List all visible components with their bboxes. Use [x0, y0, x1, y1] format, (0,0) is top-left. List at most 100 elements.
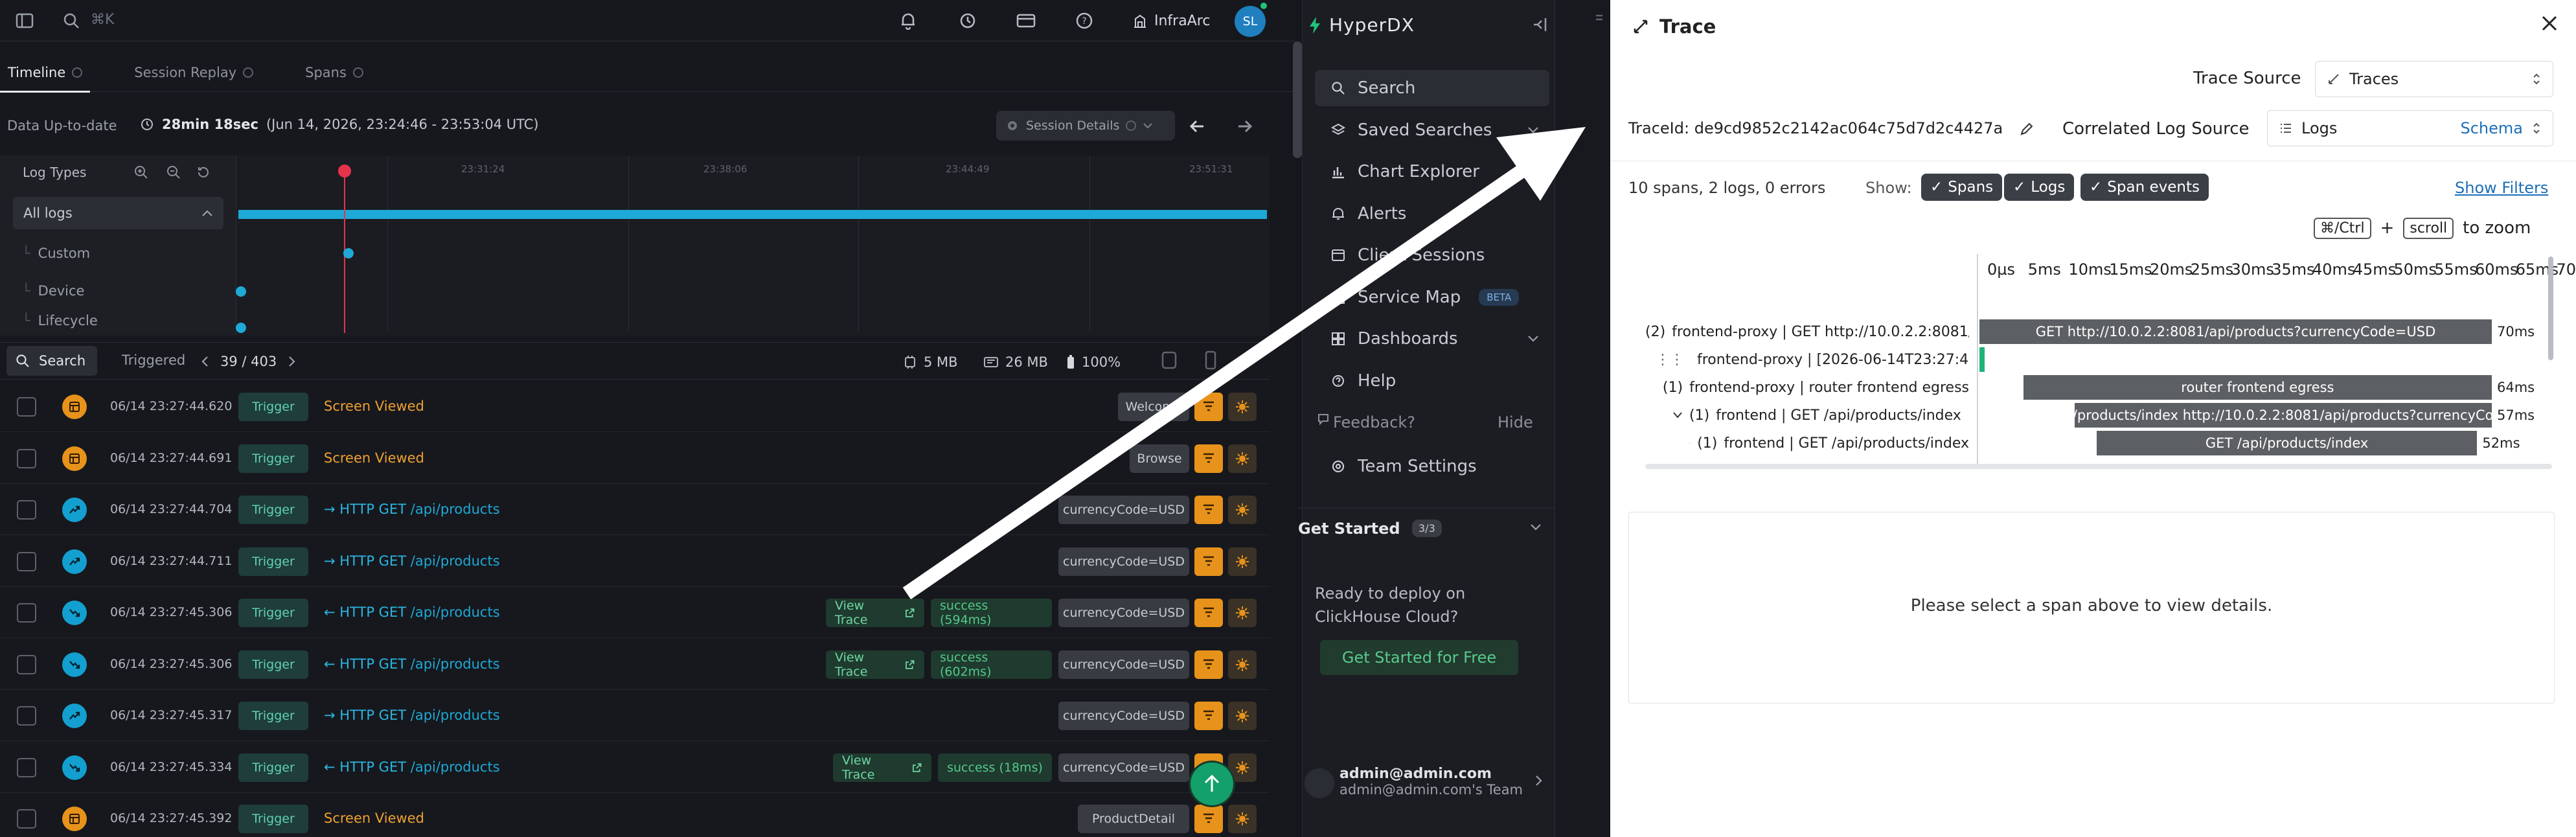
show-filters-link[interactable]: Show Filters — [2455, 179, 2548, 197]
custom-log-marker[interactable] — [343, 248, 354, 258]
filter-icon[interactable] — [1194, 495, 1223, 524]
breakpoint-icon[interactable] — [1228, 701, 1257, 730]
billing-icon[interactable] — [1013, 8, 1039, 34]
avatar[interactable]: SL — [1235, 6, 1266, 37]
edit-icon[interactable] — [2020, 122, 2034, 136]
breakpoint-icon[interactable] — [1228, 392, 1257, 421]
schema-link[interactable]: Schema — [2461, 119, 2524, 137]
row-checkbox[interactable] — [17, 396, 36, 417]
filter-icon[interactable] — [1194, 392, 1223, 421]
device-log-marker[interactable] — [236, 286, 246, 297]
row-checkbox[interactable] — [17, 551, 36, 571]
nav-client-sessions[interactable]: Client Sessions — [1315, 237, 1549, 273]
nav-search[interactable]: Search — [1315, 70, 1549, 106]
user-menu[interactable]: admin@admin.com admin@admin.com's Team — [1339, 766, 1523, 798]
breakpoint-icon[interactable] — [1228, 650, 1257, 679]
nav-chart-explorer[interactable]: Chart Explorer — [1315, 154, 1549, 190]
log-source-select[interactable]: Logs Schema — [2267, 110, 2553, 146]
filter-pill-logs[interactable]: ✓ Logs — [2004, 174, 2075, 201]
row-checkbox[interactable] — [17, 499, 36, 520]
filter-icon[interactable] — [1194, 547, 1223, 576]
span-bar[interactable]: GET /api/products/index — [2096, 431, 2478, 455]
nav-help[interactable]: Help — [1315, 363, 1549, 399]
playhead-handle[interactable] — [338, 165, 351, 178]
span-row[interactable]: (2) frontend-proxy | GET http://10.0.2.2:… — [1639, 318, 1969, 345]
sidebar-toggle-icon[interactable] — [12, 8, 38, 34]
span-row[interactable]: (1) frontend-proxy | router frontend egre… — [1656, 374, 1969, 401]
filter-icon[interactable] — [1194, 701, 1223, 730]
view-trace-link[interactable]: View Trace — [826, 598, 924, 627]
nav-service-map[interactable]: Service Map BETA — [1315, 279, 1549, 315]
org-switcher[interactable]: InfraArc — [1132, 9, 1210, 32]
span-row[interactable]: (1) frontend | GET /api/products/index — [1672, 402, 1969, 429]
nav-alerts[interactable]: Alerts — [1315, 196, 1549, 232]
hide-feedback-link[interactable]: Hide — [1498, 413, 1533, 431]
tab-spans[interactable]: Spans — [297, 53, 371, 92]
horizontal-scrollbar[interactable] — [1645, 464, 2552, 469]
row-checkbox[interactable] — [17, 448, 36, 468]
filter-icon[interactable] — [1194, 598, 1223, 627]
breakpoint-icon[interactable] — [1228, 804, 1257, 833]
chevron-left-icon[interactable] — [201, 356, 209, 367]
chevron-down-icon[interactable] — [1672, 411, 1683, 419]
span-bar[interactable] — [1979, 347, 1985, 372]
breakpoint-icon[interactable] — [1228, 547, 1257, 576]
view-trace-link[interactable]: View Trace — [833, 753, 931, 782]
log-type-device[interactable]: └ Device — [0, 272, 233, 310]
span-bar[interactable]: router frontend egress — [2023, 375, 2492, 400]
row-checkbox[interactable] — [17, 757, 36, 777]
chevron-down-icon[interactable] — [1689, 439, 1691, 447]
chevron-down-icon[interactable] — [1530, 523, 1542, 531]
breakpoint-icon[interactable] — [1228, 495, 1257, 524]
breakpoint-icon[interactable] — [1228, 444, 1257, 473]
span-bar[interactable]: GET /api/products/index http://10.0.2.2:… — [2074, 403, 2492, 428]
chevron-right-icon[interactable] — [1535, 775, 1543, 786]
scroll-to-top-button[interactable] — [1191, 762, 1233, 805]
scrollbar[interactable] — [1293, 41, 1302, 158]
reset-zoom-icon[interactable] — [196, 165, 211, 180]
waterfall-divider[interactable] — [1977, 254, 1978, 465]
zoom-in-icon[interactable] — [133, 165, 149, 180]
tablet-view-icon[interactable] — [1161, 350, 1178, 370]
trace-source-select[interactable]: Traces — [2315, 61, 2553, 97]
zoom-out-icon[interactable] — [166, 165, 181, 180]
row-checkbox[interactable] — [17, 808, 36, 829]
search-button[interactable]: Search — [6, 346, 97, 376]
view-trace-link[interactable]: View Trace — [826, 650, 924, 679]
breakpoint-icon[interactable] — [1228, 598, 1257, 627]
filter-pill-spans[interactable]: ✓ Spans — [1921, 174, 2003, 201]
span-row[interactable]: (1) frontend | GET /api/products/index — [1689, 430, 1969, 457]
row-checkbox[interactable] — [17, 705, 36, 726]
nav-dashboards[interactable]: Dashboards — [1315, 321, 1549, 357]
log-type-all[interactable]: All logs — [13, 197, 223, 229]
scrollbar[interactable] — [2548, 257, 2553, 360]
tab-timeline[interactable]: Timeline — [0, 53, 91, 93]
span-row[interactable]: ⋮⋮ frontend-proxy | [2026-06-14T23:27:44 — [1656, 346, 1969, 373]
log-type-custom[interactable]: └ Custom — [0, 235, 233, 272]
help-icon[interactable]: ? — [1071, 8, 1097, 34]
history-icon[interactable] — [955, 8, 981, 34]
filter-icon[interactable] — [1194, 650, 1223, 679]
row-checkbox[interactable] — [17, 602, 36, 623]
row-checkbox[interactable] — [17, 654, 36, 674]
nav-saved-searches[interactable]: Saved Searches — [1315, 112, 1549, 148]
get-started-title[interactable]: Get Started — [1298, 520, 1400, 538]
lifecycle-log-marker[interactable] — [236, 323, 246, 333]
filter-icon[interactable] — [1194, 804, 1223, 833]
previous-session-button[interactable] — [1178, 113, 1216, 140]
triggered-filter[interactable]: Triggered — [122, 352, 185, 368]
phone-view-icon[interactable] — [1203, 350, 1218, 370]
log-type-lifecycle[interactable]: └ Lifecycle — [0, 311, 233, 330]
bell-icon[interactable] — [895, 8, 921, 34]
span-bar[interactable]: GET http://10.0.2.2:8081/api/products?cu… — [1979, 319, 2492, 344]
collapse-sidebar-icon[interactable] — [1531, 16, 1549, 34]
filter-icon[interactable] — [1194, 444, 1223, 473]
next-session-button[interactable] — [1225, 113, 1264, 140]
team-settings-link[interactable]: Team Settings — [1315, 448, 1549, 485]
session-details-button[interactable]: Session Details — [996, 111, 1175, 141]
chevron-right-icon[interactable] — [288, 356, 296, 367]
feedback-link[interactable]: Feedback? — [1333, 413, 1415, 431]
search-icon[interactable] — [58, 8, 84, 34]
filter-pill-span-events[interactable]: ✓ Span events — [2080, 174, 2209, 201]
get-started-button[interactable]: Get Started for Free — [1320, 640, 1518, 675]
